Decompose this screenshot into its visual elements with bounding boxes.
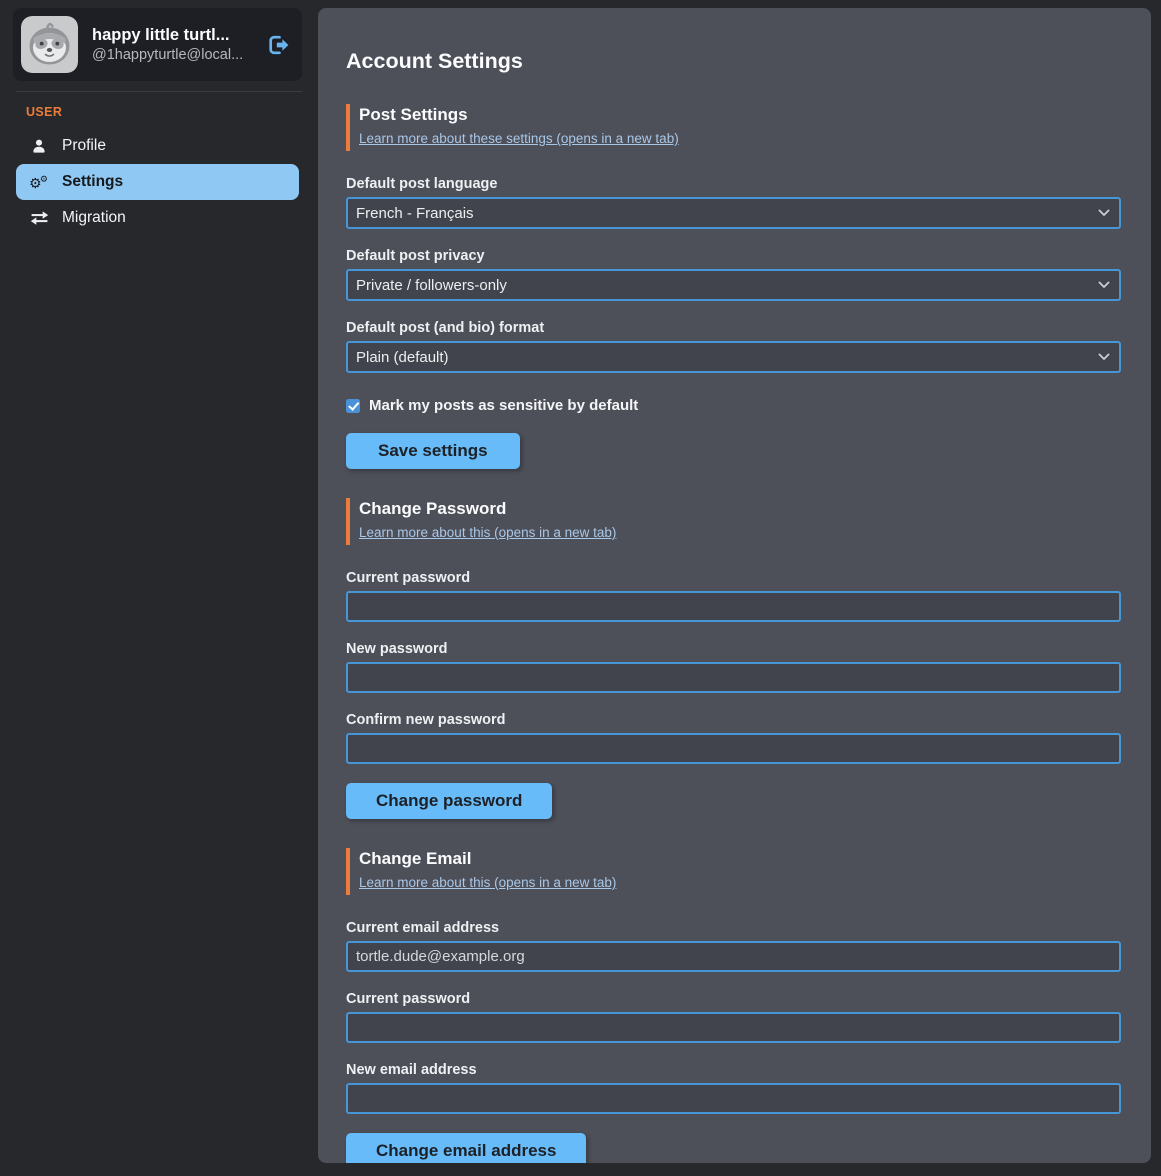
user-meta: happy little turtl... @1happyturtle@loca… [92,24,252,66]
confirm-new-password-label: Confirm new password [346,712,1121,728]
sidebar-item-migration[interactable]: Migration [16,200,299,236]
post-settings-learn-more-link[interactable]: Learn more about these settings (opens i… [359,131,679,146]
avatar [21,16,78,73]
new-password-label: New password [346,641,1121,657]
sidebar-item-label: Migration [62,209,126,227]
sloth-avatar-image [21,16,78,73]
new-email-label: New email address [346,1062,1121,1078]
sidebar-item-label: Settings [62,173,123,191]
confirm-new-password-input[interactable] [346,733,1121,764]
user-card: happy little turtl... @1happyturtle@loca… [13,8,302,81]
default-post-language-select[interactable]: French - Français [346,197,1121,229]
change-password-title: Change Password [359,499,1121,519]
new-password-input[interactable] [346,662,1121,693]
sidebar-item-label: Profile [62,137,106,155]
post-settings-section: Post Settings Learn more about these set… [346,104,1121,469]
logout-icon [266,33,290,57]
change-password-header: Change Password Learn more about this (o… [346,498,1121,545]
default-post-privacy-label: Default post privacy [346,248,1121,264]
user-handle: @1happyturtle@local... [92,46,252,66]
current-email-input[interactable] [346,941,1121,972]
logout-button[interactable] [266,33,292,57]
change-email-header: Change Email Learn more about this (open… [346,848,1121,895]
default-post-format-select[interactable]: Plain (default) [346,341,1121,373]
default-post-language-select-wrap: French - Français [346,197,1121,229]
sensitive-by-default-row: Mark my posts as sensitive by default [346,397,1121,414]
change-email-title: Change Email [359,849,1121,869]
default-post-format-select-wrap: Plain (default) [346,341,1121,373]
current-email-label: Current email address [346,920,1121,936]
change-email-button[interactable]: Change email address [346,1133,586,1163]
default-post-language-label: Default post language [346,176,1121,192]
change-password-button[interactable]: Change password [346,783,552,819]
save-settings-button[interactable]: Save settings [346,433,520,469]
new-email-input[interactable] [346,1083,1121,1114]
app-root: happy little turtl... @1happyturtle@loca… [0,0,1161,1176]
sensitive-by-default-label: Mark my posts as sensitive by default [369,397,638,414]
email-current-password-input[interactable] [346,1012,1121,1043]
sidebar: happy little turtl... @1happyturtle@loca… [0,0,302,236]
sidebar-item-settings[interactable]: ⚙⚙ Settings [16,164,299,200]
migration-arrows-icon [28,210,50,226]
page-title: Account Settings [346,49,1121,74]
change-email-learn-more-link[interactable]: Learn more about this (opens in a new ta… [359,875,616,890]
sensitive-by-default-checkbox[interactable] [346,399,360,413]
sidebar-nav: Profile ⚙⚙ Settings Migration [16,128,299,236]
email-current-password-label: Current password [346,991,1121,1007]
user-icon [28,138,50,155]
sidebar-item-profile[interactable]: Profile [16,128,299,164]
post-settings-header: Post Settings Learn more about these set… [346,104,1121,151]
default-post-privacy-select[interactable]: Private / followers-only [346,269,1121,301]
change-password-section: Change Password Learn more about this (o… [346,498,1121,819]
default-post-privacy-select-wrap: Private / followers-only [346,269,1121,301]
current-password-input[interactable] [346,591,1121,622]
sidebar-divider [16,91,302,92]
user-display-name: happy little turtl... [92,24,252,46]
change-email-section: Change Email Learn more about this (open… [346,848,1121,1163]
current-password-label: Current password [346,570,1121,586]
post-settings-title: Post Settings [359,105,1121,125]
gears-icon: ⚙⚙ [28,173,50,191]
default-post-format-label: Default post (and bio) format [346,320,1121,336]
change-password-learn-more-link[interactable]: Learn more about this (opens in a new ta… [359,525,616,540]
account-settings-panel: Account Settings Post Settings Learn mor… [318,8,1151,1163]
sidebar-section-label: USER [26,105,302,119]
